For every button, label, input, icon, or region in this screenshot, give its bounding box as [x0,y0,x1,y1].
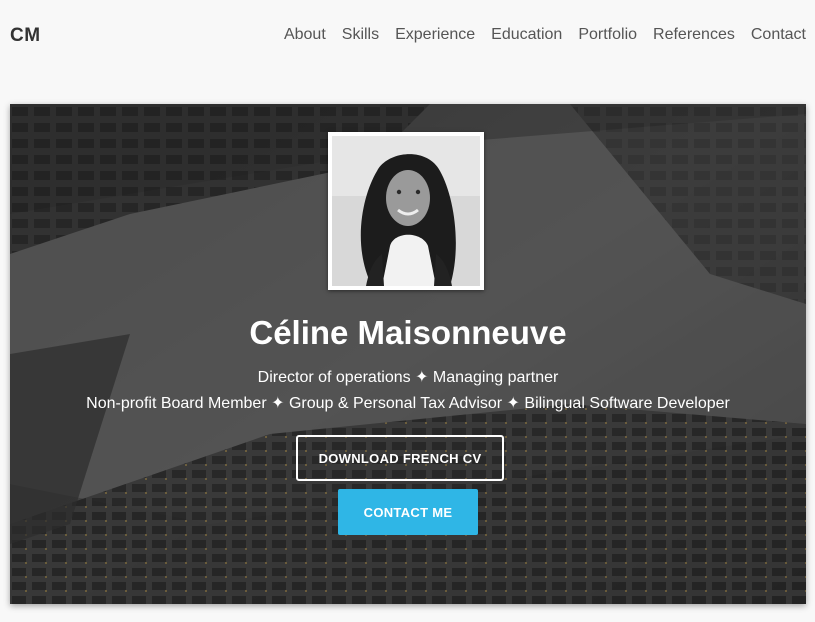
nav-link-contact[interactable]: Contact [751,26,806,44]
hero-subtitle-details: Non-profit Board Member ✦ Group & Person… [86,395,730,412]
nav-link-experience[interactable]: Experience [395,26,475,44]
download-french-cv-button[interactable]: DOWNLOAD FRENCH CV [296,435,504,481]
nav-menu: About Skills Experience Education Portfo… [284,26,806,44]
nav-link-education[interactable]: Education [491,26,562,44]
nav-link-references[interactable]: References [653,26,735,44]
nav-link-portfolio[interactable]: Portfolio [578,26,637,44]
brand-logo[interactable]: CM [10,25,41,47]
profile-photo [332,136,480,286]
hero-section: Céline Maisonneuve Director of operation… [10,104,806,604]
navbar: CM About Skills Experience Education Por… [0,0,815,72]
hero-subtitle-roles: Director of operations ✦ Managing partne… [257,369,559,386]
nav-link-skills[interactable]: Skills [342,26,379,44]
hero-name: Céline Maisonneuve [249,314,567,351]
nav-link-about[interactable]: About [284,26,326,44]
profile-photo-frame [328,132,484,290]
portrait-image [332,136,480,286]
contact-me-button[interactable]: CONTACT ME [338,489,478,535]
